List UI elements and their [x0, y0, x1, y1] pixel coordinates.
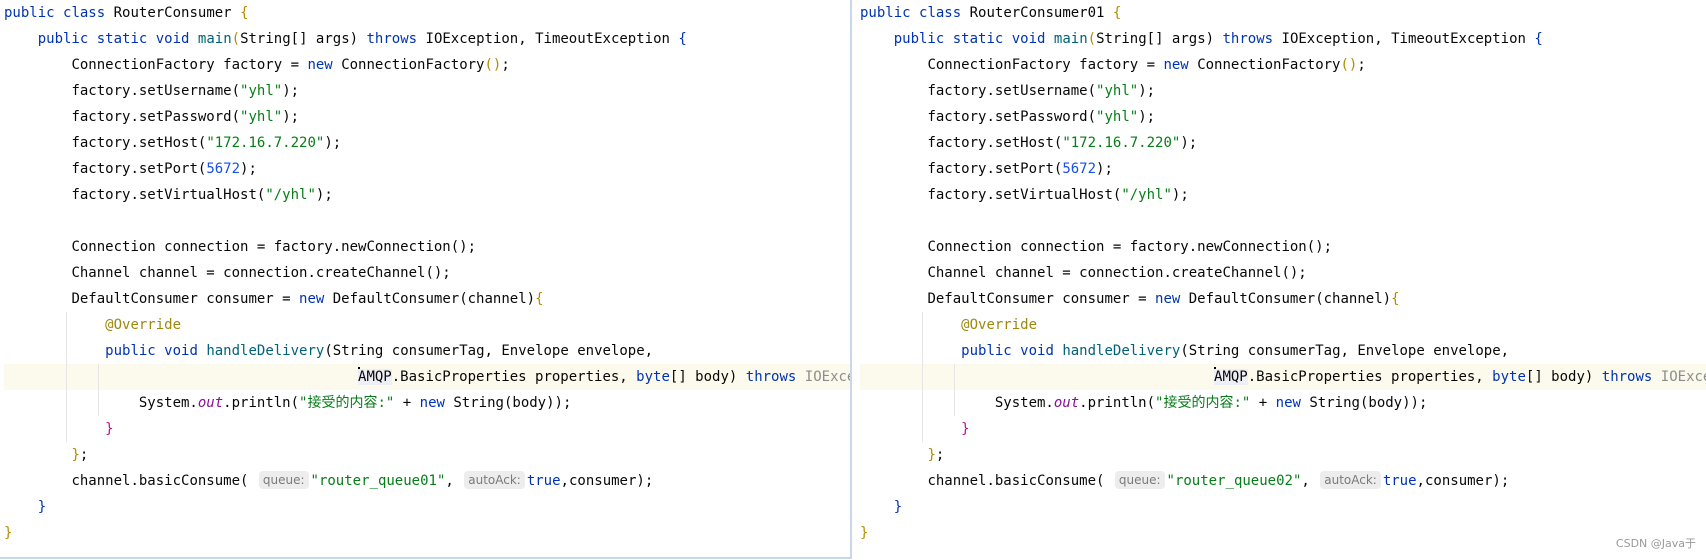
code-line: public static void main(String[] args) t… [893, 31, 1543, 47]
code-line: DefaultConsumer consumer = new DefaultCo… [927, 291, 1400, 307]
code-line-current: AMQP.BasicProperties properties, byte[] … [860, 364, 1706, 390]
code-line: }; [71, 447, 89, 463]
code-line: factory.setPort(5672); [71, 161, 257, 177]
code-line: factory.setPort(5672); [927, 161, 1113, 177]
param-hint-queue: queue: [1114, 471, 1165, 489]
code-line: Connection connection = factory.newConne… [71, 239, 477, 255]
code-line: channel.basicConsume( queue: "router_queu… [71, 471, 654, 489]
code-editor-left[interactable]: public class RouterConsumer { public sta… [0, 0, 852, 559]
code-line: } [4, 525, 13, 541]
code-line: public class RouterConsumer01 { [860, 5, 1122, 21]
code-line-current: AMQP.BasicProperties properties, byte[] … [4, 364, 850, 390]
code-line: factory.setHost("172.16.7.220"); [927, 135, 1198, 151]
code-block-left: public class RouterConsumer { public sta… [4, 0, 850, 546]
code-line: public static void main(String[] args) t… [37, 31, 687, 47]
code-line: channel.basicConsume( queue: "router_queu… [927, 471, 1510, 489]
code-line: public void handleDelivery(String consum… [860, 338, 1706, 364]
code-line: System.out.println("接受的内容:" + new String… [4, 390, 850, 416]
code-line: } [37, 499, 47, 515]
code-line: factory.setPassword("yhl"); [71, 109, 300, 125]
code-line: Channel channel = connection.createChann… [71, 265, 451, 281]
param-hint-autoack: autoAck: [464, 471, 525, 489]
code-line: Connection connection = factory.newConne… [927, 239, 1333, 255]
code-line: }; [927, 447, 945, 463]
code-line: ConnectionFactory factory = new Connecti… [71, 57, 510, 73]
code-line: public class RouterConsumer { [4, 5, 249, 21]
code-line: public void handleDelivery(String consum… [4, 338, 850, 364]
code-line: DefaultConsumer consumer = new DefaultCo… [71, 291, 544, 307]
code-line: } [4, 416, 850, 442]
class-name: RouterConsumer [113, 5, 232, 21]
code-line: ConnectionFactory factory = new Connecti… [927, 57, 1366, 73]
code-editor-right[interactable]: public class RouterConsumer01 { public s… [856, 0, 1706, 559]
code-line: @Override [4, 312, 850, 338]
param-hint-queue: queue: [258, 471, 309, 489]
code-block-right: public class RouterConsumer01 { public s… [860, 0, 1706, 546]
code-line: @Override [860, 312, 1706, 338]
code-line: factory.setVirtualHost("/yhl"); [71, 187, 333, 203]
code-line: } [860, 525, 869, 541]
code-line: System.out.println("接受的内容:" + new String… [860, 390, 1706, 416]
code-line: factory.setPassword("yhl"); [927, 109, 1156, 125]
code-line: factory.setVirtualHost("/yhl"); [927, 187, 1189, 203]
code-line: } [860, 416, 1706, 442]
param-hint-autoack: autoAck: [1320, 471, 1381, 489]
code-line: } [893, 499, 903, 515]
code-line: factory.setHost("172.16.7.220"); [71, 135, 342, 151]
code-line: Channel channel = connection.createChann… [927, 265, 1307, 281]
class-name: RouterConsumer01 [969, 5, 1105, 21]
code-line: factory.setUsername("yhl"); [927, 83, 1156, 99]
watermark: CSDN @Java于 [1615, 537, 1696, 550]
code-line: factory.setUsername("yhl"); [71, 83, 300, 99]
